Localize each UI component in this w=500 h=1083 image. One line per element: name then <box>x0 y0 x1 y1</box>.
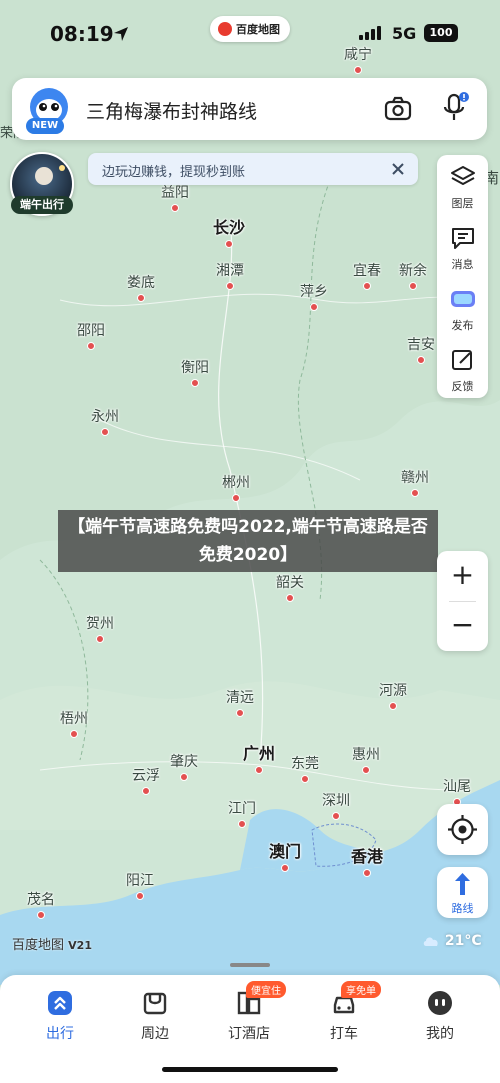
feedback-icon <box>451 350 472 370</box>
home-indicator[interactable] <box>162 1067 338 1072</box>
status-time: 08:19 <box>50 22 114 46</box>
layers-icon <box>450 166 475 185</box>
zoom-in-button[interactable]: + <box>437 551 488 601</box>
tab-badge: 便宜住 <box>246 981 286 998</box>
tab-taxi[interactable]: 享免单 打车 <box>299 981 389 1043</box>
map-city-label[interactable]: 宜春 <box>353 260 381 290</box>
map-city-label[interactable]: 萍乡 <box>300 281 328 311</box>
map-city-label[interactable]: 广州 <box>243 740 275 774</box>
route-label: 路线 <box>451 902 474 915</box>
microphone-icon[interactable] <box>440 92 470 124</box>
toolbar-label: 反馈 <box>451 380 474 393</box>
location-arrow-icon <box>114 27 128 41</box>
map-city-label[interactable]: 益阳 <box>161 182 189 212</box>
map-watermark: 百度地图 V21 <box>12 934 92 953</box>
brand-pill[interactable]: 百度地图 <box>210 16 290 42</box>
map-city-label[interactable]: 梧州 <box>60 708 88 738</box>
profile-face-icon <box>428 991 452 1015</box>
map-city-label[interactable]: 深圳 <box>322 790 350 820</box>
tab-badge: 享免单 <box>341 981 381 998</box>
toolbar-feedback-button[interactable]: 反馈 <box>437 340 488 398</box>
signal-icon <box>359 26 381 40</box>
tab-travel[interactable]: 出行 <box>15 989 105 1043</box>
search-input[interactable]: 三角梅瀑布封神路线 <box>86 97 257 124</box>
zoom-control: + − <box>437 551 488 651</box>
status-bar: 08:19 百度地图 5G 100 <box>0 16 500 52</box>
map-city-label[interactable]: 阳江 <box>126 870 154 900</box>
travel-icon <box>48 991 72 1015</box>
map-city-label[interactable]: 衡阳 <box>181 357 209 387</box>
zoom-out-button[interactable]: − <box>437 601 488 651</box>
map-city-label[interactable]: 河源 <box>379 680 407 710</box>
cloud-icon <box>423 937 438 946</box>
right-toolbar: 图层 消息 发布 反馈 <box>437 155 488 398</box>
weather-widget[interactable]: 21°C <box>422 933 482 949</box>
map-city-label[interactable]: 长沙 <box>213 214 245 248</box>
crosshair-icon <box>448 815 477 844</box>
weather-temp: 21°C <box>444 933 482 949</box>
tab-hotel[interactable]: 便宜住 订酒店 <box>204 981 294 1043</box>
brand-pill-label: 百度地图 <box>236 23 280 36</box>
map-city-label[interactable]: 澳门 <box>269 838 301 872</box>
tab-profile[interactable]: 我的 <box>395 989 485 1043</box>
map-city-label[interactable]: 湘潭 <box>216 260 244 290</box>
tab-label: 出行 <box>46 1026 74 1042</box>
map-city-label[interactable]: 东莞 <box>291 753 319 783</box>
map-city-label[interactable]: 永州 <box>91 406 119 436</box>
map-city-label[interactable]: 香港 <box>351 843 383 877</box>
tab-label: 周边 <box>141 1026 169 1042</box>
map-version: V21 <box>68 939 92 952</box>
locate-me-button[interactable] <box>437 804 488 855</box>
map-city-label[interactable]: 贺州 <box>86 613 114 643</box>
map-city-label[interactable]: 邵阳 <box>77 320 105 350</box>
map-city-label[interactable]: 云浮 <box>132 765 160 795</box>
toolbar-label: 消息 <box>451 258 474 271</box>
toolbar-label: 发布 <box>451 319 474 332</box>
toolbar-label: 图层 <box>451 197 474 210</box>
map-city-label[interactable]: 郴州 <box>222 472 250 502</box>
tab-label: 我的 <box>426 1026 454 1042</box>
toolbar-layers-button[interactable]: 图层 <box>437 157 488 215</box>
close-icon[interactable] <box>388 159 408 179</box>
network-type: 5G <box>392 24 417 43</box>
tab-nearby[interactable]: 周边 <box>110 989 200 1043</box>
route-button[interactable]: 路线 <box>437 867 488 918</box>
map-city-label[interactable]: 新余 <box>399 260 427 290</box>
map-city-label[interactable]: 吉安 <box>407 334 435 364</box>
tip-text: 边玩边赚钱，提现秒到账 <box>102 165 246 180</box>
map-watermark-text: 百度地图 <box>12 938 65 953</box>
battery-icon: 100 <box>424 24 458 42</box>
route-arrow-icon <box>455 873 470 895</box>
avatar-label[interactable]: 端午出行 <box>11 196 73 214</box>
map-city-label[interactable]: 惠州 <box>352 744 380 774</box>
map-city-label[interactable]: 肇庆 <box>170 751 198 781</box>
map-city-label[interactable]: 茂名 <box>27 889 55 919</box>
camera-icon[interactable] <box>384 95 412 123</box>
tab-label: 打车 <box>330 1026 358 1042</box>
map-city-label[interactable]: 江门 <box>228 798 256 828</box>
search-bar[interactable]: NEW 三角梅瀑布封神路线 <box>12 78 487 140</box>
map-city-label[interactable]: 韶关 <box>276 572 304 602</box>
article-headline-overlay: 【端午节高速路免费吗2022,端午节高速路是否免费2020】 <box>58 510 438 572</box>
new-badge: NEW <box>26 118 64 134</box>
drawer-handle[interactable] <box>230 963 270 967</box>
toolbar-message-button[interactable]: 消息 <box>437 218 488 276</box>
toolbar-publish-button[interactable]: 发布 <box>437 279 488 337</box>
tab-label: 订酒店 <box>228 1026 270 1042</box>
promo-tip-banner[interactable]: 边玩边赚钱，提现秒到账 <box>88 153 418 185</box>
shopping-bag-icon <box>143 992 167 1015</box>
map-city-label[interactable]: 汕尾 <box>443 776 471 806</box>
message-icon <box>451 228 474 249</box>
map-city-label[interactable]: 赣州 <box>401 467 429 497</box>
map-city-label[interactable]: 娄底 <box>127 272 155 302</box>
publish-icon <box>450 291 475 307</box>
baidu-paw-icon <box>218 22 232 36</box>
map-city-label[interactable]: 清远 <box>226 687 254 717</box>
